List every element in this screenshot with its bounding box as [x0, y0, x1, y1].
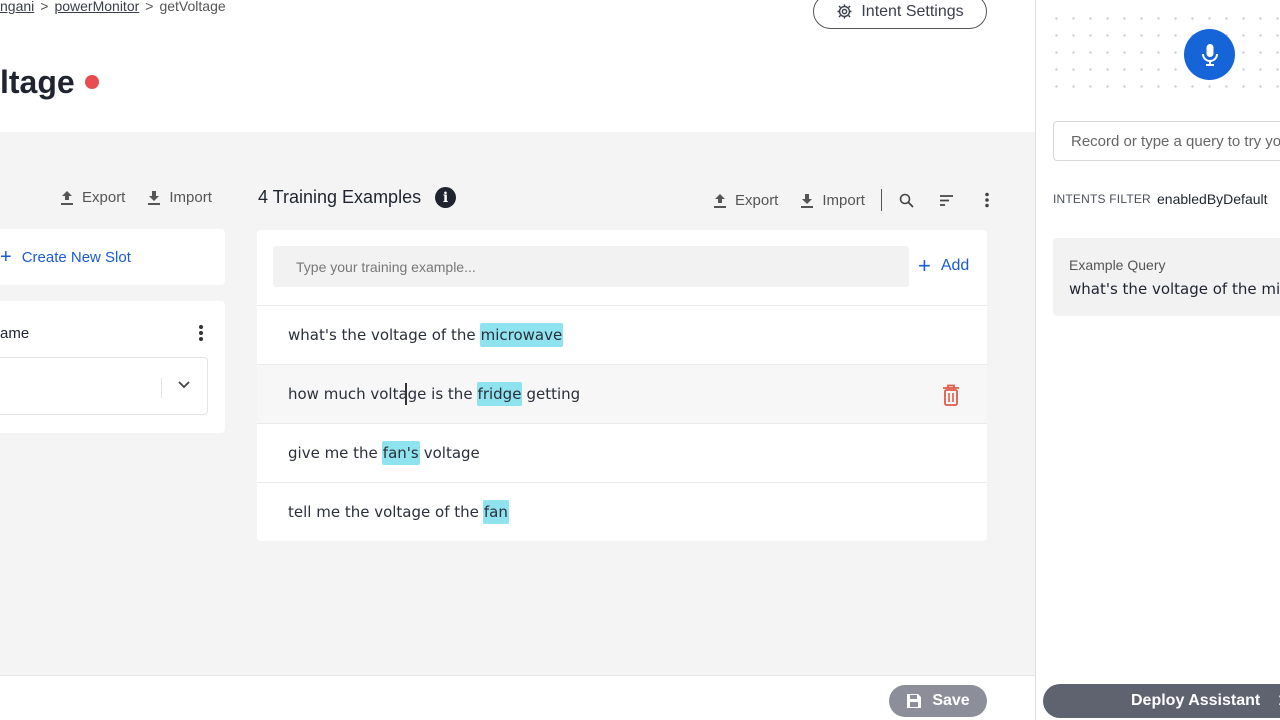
- info-icon[interactable]: i: [435, 187, 457, 208]
- download-icon: [148, 191, 161, 205]
- training-export-button[interactable]: Export: [713, 192, 778, 209]
- training-example-row[interactable]: tell me the voltage of the fan: [257, 482, 987, 541]
- microphone-button[interactable]: [1184, 29, 1235, 80]
- select-divider: [161, 378, 162, 398]
- training-export-label: Export: [735, 191, 779, 209]
- training-example-row[interactable]: how much voltage is the fridge getting: [257, 364, 987, 423]
- training-examples-heading: 4 Training Examples i: [258, 187, 457, 208]
- floppy-icon: [907, 694, 922, 708]
- deploy-assistant-button[interactable]: Deploy Assistant 18: [1043, 684, 1280, 718]
- slots-toolbar: Export Import: [60, 189, 212, 206]
- breadcrumb-item-project[interactable]: ngani: [0, 0, 34, 14]
- add-example-button[interactable]: + Add: [918, 253, 970, 278]
- slot-name-label: ame: [0, 325, 30, 342]
- more-options-button[interactable]: [978, 191, 996, 209]
- toolbar-divider: [880, 189, 882, 211]
- deploy-assistant-label: Deploy Assistant: [1131, 692, 1261, 709]
- upload-icon: [714, 193, 726, 208]
- example-text: getting: [526, 385, 581, 403]
- upload-icon: [61, 191, 73, 205]
- slots-export-button[interactable]: Export: [60, 189, 125, 206]
- gear-icon: [837, 4, 852, 19]
- text-cursor-icon: [405, 383, 407, 405]
- example-text: how much voltage is the: [288, 385, 473, 403]
- training-examples-card: + Add what's the voltage of the microwav…: [257, 230, 987, 541]
- breadcrumb-separator: >: [145, 0, 154, 14]
- training-examples-title: 4 Training Examples: [258, 187, 422, 207]
- slots-import-label: Import: [169, 189, 212, 206]
- intent-settings-button[interactable]: Intent Settings: [813, 0, 987, 29]
- example-query-label: Example Query: [1069, 257, 1166, 273]
- create-new-slot-button[interactable]: + Create New Slot: [0, 229, 225, 285]
- download-icon: [801, 193, 814, 208]
- save-button[interactable]: Save: [889, 685, 987, 717]
- training-import-button[interactable]: Import: [800, 192, 865, 209]
- plus-icon: +: [918, 253, 931, 278]
- search-button[interactable]: [898, 191, 916, 209]
- example-text: what's the voltage of the: [288, 326, 476, 344]
- chevron-down-icon: [178, 381, 190, 389]
- footer-bar: Save: [0, 675, 1035, 720]
- main-content: Export Import + Create New Slot ame 4 Tr…: [0, 132, 1035, 675]
- entity-highlight[interactable]: fan: [482, 500, 509, 524]
- plus-icon: +: [0, 246, 12, 268]
- intent-settings-label: Intent Settings: [861, 2, 964, 20]
- slot-entity-select[interactable]: [0, 357, 208, 415]
- page-title: ltage: [0, 64, 99, 100]
- example-query-value: what's the voltage of the mic: [1069, 280, 1280, 298]
- example-text: give me the: [288, 444, 378, 462]
- training-example-list: what's the voltage of the microwave how …: [257, 305, 987, 541]
- breadcrumb-item-intent: getVoltage: [159, 0, 226, 14]
- example-text: tell me the voltage of the: [288, 503, 479, 521]
- breadcrumb-item-domain[interactable]: powerMonitor: [54, 0, 139, 14]
- search-icon: [900, 193, 915, 208]
- save-label: Save: [932, 692, 970, 709]
- kebab-icon[interactable]: [196, 323, 206, 343]
- slots-export-label: Export: [82, 189, 126, 206]
- intents-filter-label: INTENTS FILTER: [1053, 192, 1151, 206]
- sort-button[interactable]: [938, 191, 956, 209]
- entity-highlight[interactable]: fridge: [476, 382, 523, 406]
- intents-filter-value[interactable]: enabledByDefault: [1157, 191, 1268, 207]
- sort-icon: [940, 194, 954, 206]
- trash-icon[interactable]: [942, 384, 960, 406]
- breadcrumb-separator: >: [40, 0, 49, 14]
- entity-highlight[interactable]: fan's: [381, 441, 420, 465]
- page-header: ngani > powerMonitor > getVoltage ltage Inte…: [0, 0, 1035, 132]
- training-example-row[interactable]: give me the fan's voltage: [257, 423, 987, 482]
- example-query-card[interactable]: Example Query what's the voltage of the …: [1053, 238, 1280, 316]
- example-text: voltage: [423, 444, 480, 462]
- dot-pattern-background: [1048, 10, 1280, 95]
- microphone-icon: [1201, 43, 1218, 66]
- slot-card: ame: [0, 301, 225, 433]
- create-new-slot-label: Create New Slot: [21, 248, 131, 266]
- training-toolbar: Export Import: [713, 189, 996, 211]
- tester-panel: INTENTS FILTER enabledByDefault Example …: [1035, 0, 1280, 720]
- training-import-label: Import: [822, 191, 865, 209]
- unsaved-status-dot: [84, 75, 99, 89]
- entity-highlight[interactable]: microwave: [479, 323, 564, 347]
- page-title-text: ltage: [0, 64, 75, 100]
- slots-import-button[interactable]: Import: [147, 189, 212, 206]
- training-example-input[interactable]: [273, 246, 909, 287]
- add-example-label: Add: [940, 257, 970, 274]
- query-input[interactable]: [1053, 121, 1280, 161]
- kebab-icon: [985, 192, 989, 208]
- breadcrumb: ngani > powerMonitor > getVoltage: [0, 0, 226, 14]
- training-example-row[interactable]: what's the voltage of the microwave: [257, 305, 987, 364]
